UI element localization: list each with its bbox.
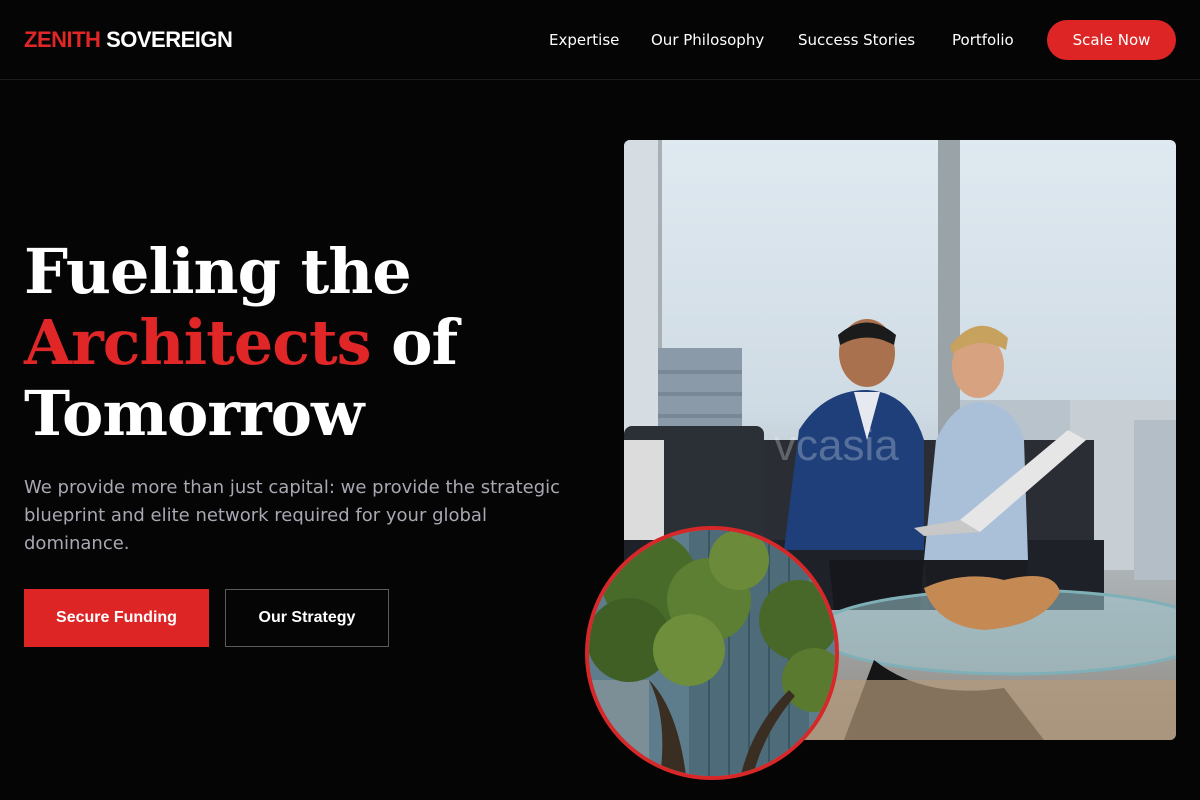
photo-watermark: vcasia [774,421,899,470]
trees-illustration [589,530,835,776]
hero-title-line-3: Tomorrow [24,377,364,450]
logo-part-zenith: ZENITH [24,27,101,52]
brand-logo[interactable]: ZENITH SOVEREIGN [24,27,233,53]
hero-title-line-1: Fueling the [24,235,412,308]
logo-part-sovereign: SOVEREIGN [106,27,233,52]
nav-link-our-philosophy[interactable]: Our Philosophy [651,31,764,49]
nav-link-success-stories[interactable]: Success Stories [798,31,915,49]
skyscraper-trees-photo [585,526,839,780]
hero-title-of: of [391,306,458,379]
nav-link-expertise[interactable]: Expertise [549,31,619,49]
hero-title-accent: Architects [24,306,372,379]
hero-subtitle: We provide more than just capital: we pr… [24,477,561,554]
nav-link-portfolio[interactable]: Portfolio [952,31,1014,49]
our-strategy-button[interactable]: Our Strategy [225,589,389,647]
scale-now-button[interactable]: Scale Now [1047,20,1176,60]
top-navigation: ZENITH SOVEREIGN Expertise Our Philosoph… [0,0,1200,80]
hero-title: Fueling the Architects of Tomorrow [24,236,584,449]
secure-funding-button[interactable]: Secure Funding [24,589,209,647]
